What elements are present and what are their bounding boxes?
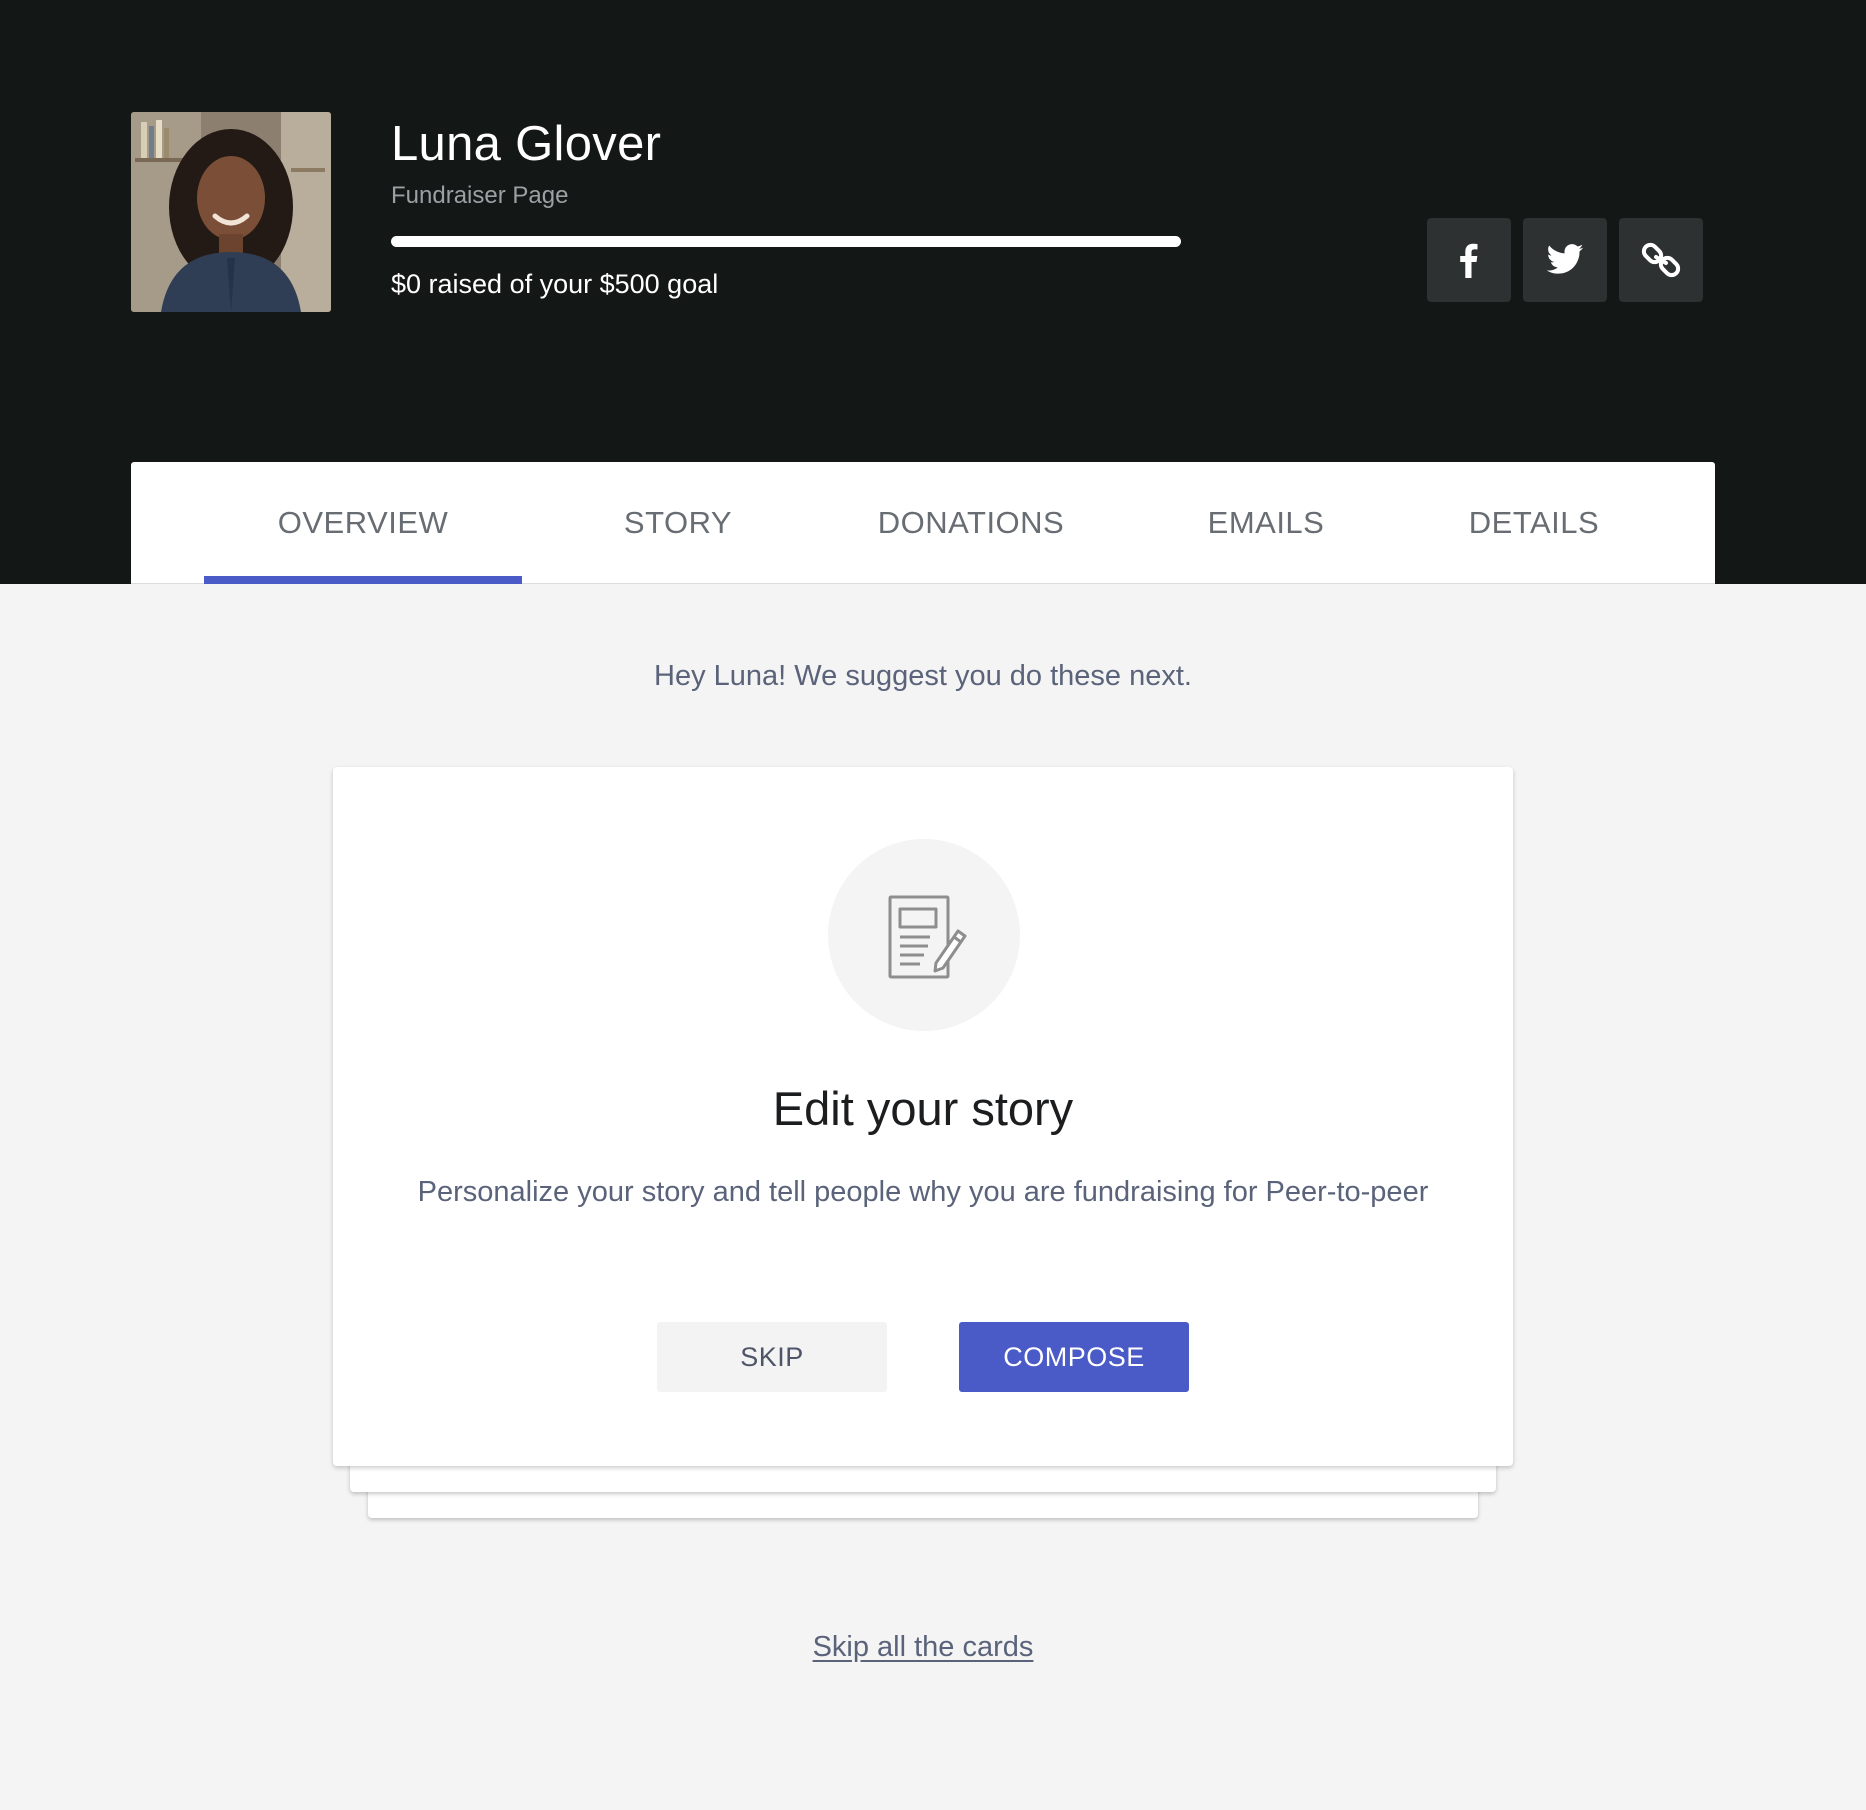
tab-donations[interactable]: DONATIONS bbox=[831, 462, 1111, 583]
suggestion-text: Hey Luna! We suggest you do these next. bbox=[654, 660, 1192, 692]
fundraising-progress-bar bbox=[391, 236, 1181, 247]
avatar bbox=[131, 112, 331, 312]
facebook-icon bbox=[1460, 243, 1478, 278]
skip-all-container: Skip all the cards bbox=[0, 1627, 1846, 1667]
card-icon-wrapper bbox=[828, 839, 1020, 1031]
twitter-icon bbox=[1546, 244, 1584, 274]
edit-document-icon bbox=[888, 895, 967, 979]
share-twitter-button[interactable] bbox=[1523, 218, 1607, 302]
tab-bar: OVERVIEW STORY DONATIONS EMAILS DETAILS bbox=[131, 462, 1715, 584]
progress-text: $0 raised of your $500 goal bbox=[391, 269, 719, 299]
card-description: Personalize your story and tell people w… bbox=[417, 1176, 1429, 1208]
skip-button[interactable]: SKIP bbox=[657, 1322, 887, 1392]
share-facebook-button[interactable] bbox=[1427, 218, 1511, 302]
tab-overview[interactable]: OVERVIEW bbox=[204, 462, 522, 584]
tab-emails[interactable]: EMAILS bbox=[1156, 462, 1376, 583]
profile-name: Luna Glover bbox=[391, 117, 662, 171]
tab-details[interactable]: DETAILS bbox=[1421, 462, 1647, 583]
link-icon bbox=[1641, 242, 1681, 278]
tab-story[interactable]: STORY bbox=[568, 462, 788, 583]
copy-link-button[interactable] bbox=[1619, 218, 1703, 302]
profile-subtitle: Fundraiser Page bbox=[391, 182, 569, 209]
suggestion-card: Edit your story Personalize your story a… bbox=[333, 767, 1513, 1466]
card-title: Edit your story bbox=[772, 1082, 1074, 1135]
skip-all-cards-link[interactable]: Skip all the cards bbox=[813, 1631, 1034, 1663]
compose-button[interactable]: COMPOSE bbox=[959, 1322, 1189, 1392]
